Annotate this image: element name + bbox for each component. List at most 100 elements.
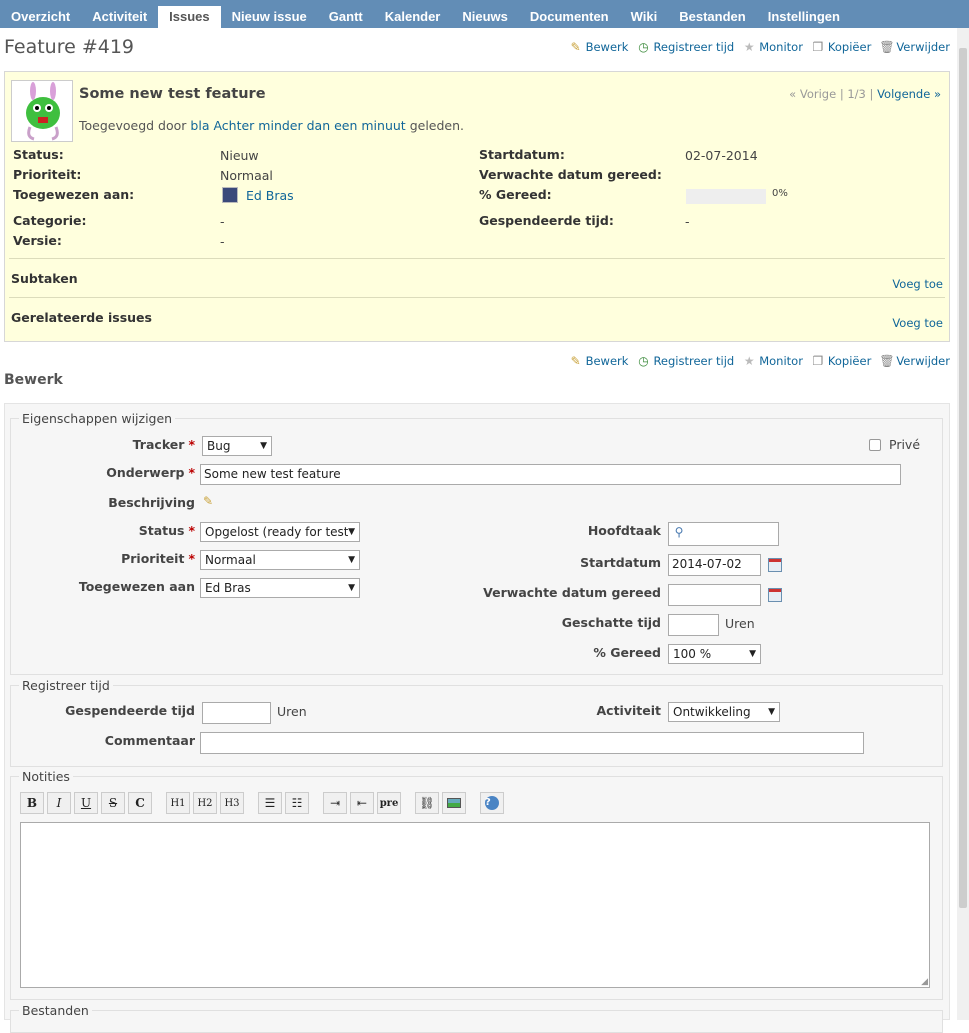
copy-icon: ❐ [812, 40, 824, 54]
start-date-field-label: Startdatum [580, 555, 661, 570]
calendar-icon[interactable] [768, 558, 782, 572]
activity-label: Activiteit [596, 703, 662, 718]
tab-bestanden[interactable]: Bestanden [668, 6, 756, 28]
copy-icon: ❐ [812, 354, 824, 368]
prev-link: « Vorige [789, 87, 837, 101]
delete-link[interactable]: 🗑 Verwijder [879, 354, 950, 368]
author-avatar [11, 80, 73, 142]
issue-pagination: « Vorige | 1/3 | Volgende » [789, 87, 941, 101]
age-link[interactable]: Achter minder dan een minuut [213, 118, 405, 133]
tab-overzicht[interactable]: Overzicht [0, 6, 81, 28]
delete-link[interactable]: 🗑 Verwijder [879, 40, 950, 54]
image-icon [447, 798, 461, 808]
log-time-link[interactable]: ◷ Registreer tijd [636, 40, 734, 54]
edit-description-pencil-icon[interactable]: ✎ [201, 494, 215, 508]
parent-task-label: Hoofdtaak [587, 523, 661, 538]
tracker-select[interactable]: Bug ▼ [202, 436, 272, 456]
tab-nieuw-issue[interactable]: Nieuw issue [221, 6, 318, 28]
start-date-value: 02-07-2014 [685, 148, 758, 163]
status-select[interactable]: Opgelost (ready for test ▼ [200, 522, 360, 542]
underline-button[interactable]: U [74, 792, 98, 814]
category-value: - [220, 214, 225, 229]
numbered-list-icon: ☷ [291, 796, 303, 810]
private-label: Privé [889, 437, 921, 452]
tab-gantt[interactable]: Gantt [318, 6, 374, 28]
files-legend: Bestanden [22, 1003, 89, 1018]
tab-activiteit[interactable]: Activiteit [81, 6, 158, 28]
assigned-select[interactable]: Ed Bras ▼ [200, 578, 360, 598]
parent-task-input[interactable]: ⚲ [668, 522, 779, 546]
due-date-field-label: Verwachte datum gereed [483, 585, 661, 600]
properties-legend: Eigenschappen wijzigen [22, 411, 173, 426]
due-date-input[interactable] [668, 584, 761, 606]
add-subtask-link[interactable]: Voeg toe [892, 277, 943, 291]
author-link[interactable]: bla [190, 118, 209, 133]
tab-kalender[interactable]: Kalender [374, 6, 452, 28]
link-button[interactable]: ⛓ [415, 792, 439, 814]
tab-issues[interactable]: Issues [158, 6, 221, 28]
tab-wiki[interactable]: Wiki [620, 6, 669, 28]
copy-link[interactable]: ❐ Kopiëer [811, 40, 872, 54]
notes-textarea[interactable]: ◢ [20, 822, 930, 988]
done-percent: 0% [772, 188, 788, 199]
issue-actions-top: ✎ Bewerk ◷ Registreer tijd ★ Monitor ❐ Kopië… [569, 40, 950, 54]
resize-handle-icon[interactable]: ◢ [921, 977, 928, 987]
start-date-label: Startdatum: [479, 147, 565, 162]
quote-button[interactable]: ⇥ [323, 792, 347, 814]
tab-nieuws[interactable]: Nieuws [451, 6, 519, 28]
strike-button[interactable]: S [101, 792, 125, 814]
unquote-button[interactable]: ⇤ [350, 792, 374, 814]
calendar-icon[interactable] [768, 588, 782, 602]
heading2-button[interactable]: H2 [193, 792, 217, 814]
next-link[interactable]: Volgende » [877, 87, 941, 101]
wiki-toolbar: B I U S C H1 H2 H3 ☰ ☷ ⇥ ⇤ pre ⛓ ? [20, 792, 504, 814]
edit-link[interactable]: ✎ Bewerk [569, 354, 629, 368]
comment-input[interactable] [200, 732, 864, 754]
scrollbar-thumb[interactable] [959, 48, 967, 908]
heading1-button[interactable]: H1 [166, 792, 190, 814]
italic-button[interactable]: I [47, 792, 71, 814]
unordered-list-button[interactable]: ☰ [258, 792, 282, 814]
ordered-list-button[interactable]: ☷ [285, 792, 309, 814]
estimate-input[interactable] [668, 614, 719, 636]
done-select[interactable]: 100 % ▼ [668, 644, 761, 664]
clock-add-icon: ◷ [638, 40, 649, 54]
watch-link[interactable]: ★ Monitor [742, 40, 803, 54]
pre-button[interactable]: pre [377, 792, 401, 814]
vertical-scrollbar[interactable] [957, 28, 969, 1020]
dropdown-arrow-icon: ▼ [348, 583, 355, 593]
comment-label: Commentaar [104, 733, 195, 748]
priority-select[interactable]: Normaal ▼ [200, 550, 360, 570]
start-date-input[interactable]: 2014-07-02 [668, 554, 761, 576]
assigned-user-link[interactable]: Ed Bras [246, 188, 294, 203]
private-checkbox[interactable] [869, 439, 881, 451]
spent-time-label: Gespendeerde tijd: [479, 213, 614, 228]
assigned-field-label: Toegewezen aan [78, 579, 195, 594]
tab-instellingen[interactable]: Instellingen [757, 6, 851, 28]
copy-link[interactable]: ❐ Kopiëer [811, 354, 872, 368]
user-avatar [222, 187, 238, 203]
bold-button[interactable]: B [20, 792, 44, 814]
due-date-label: Verwachte datum gereed: [479, 167, 662, 182]
search-icon: ⚲ [674, 525, 684, 539]
code-button[interactable]: C [128, 792, 152, 814]
status-label: Status: [13, 147, 64, 162]
log-time-link[interactable]: ◷ Registreer tijd [636, 354, 734, 368]
activity-select[interactable]: Ontwikkeling ▼ [668, 702, 780, 722]
dropdown-arrow-icon: ▼ [348, 527, 355, 537]
files-fieldset: Bestanden [10, 1003, 943, 1033]
add-relation-link[interactable]: Voeg toe [892, 316, 943, 330]
heading3-button[interactable]: H3 [220, 792, 244, 814]
pencil-icon: ✎ [570, 354, 581, 368]
priority-label: Prioriteit: [13, 167, 82, 182]
done-progress-bar [686, 189, 766, 204]
help-button[interactable]: ? [480, 792, 504, 814]
related-issues-label: Gerelateerde issues [11, 310, 152, 325]
watch-link[interactable]: ★ Monitor [742, 354, 803, 368]
edit-link[interactable]: ✎ Bewerk [569, 40, 629, 54]
image-button[interactable] [442, 792, 466, 814]
tab-documenten[interactable]: Documenten [519, 6, 620, 28]
issue-details: Some new test feature Toegevoegd door bl… [4, 71, 950, 342]
spent-time-input[interactable] [202, 702, 271, 724]
subject-input[interactable]: Some new test feature [200, 464, 901, 485]
